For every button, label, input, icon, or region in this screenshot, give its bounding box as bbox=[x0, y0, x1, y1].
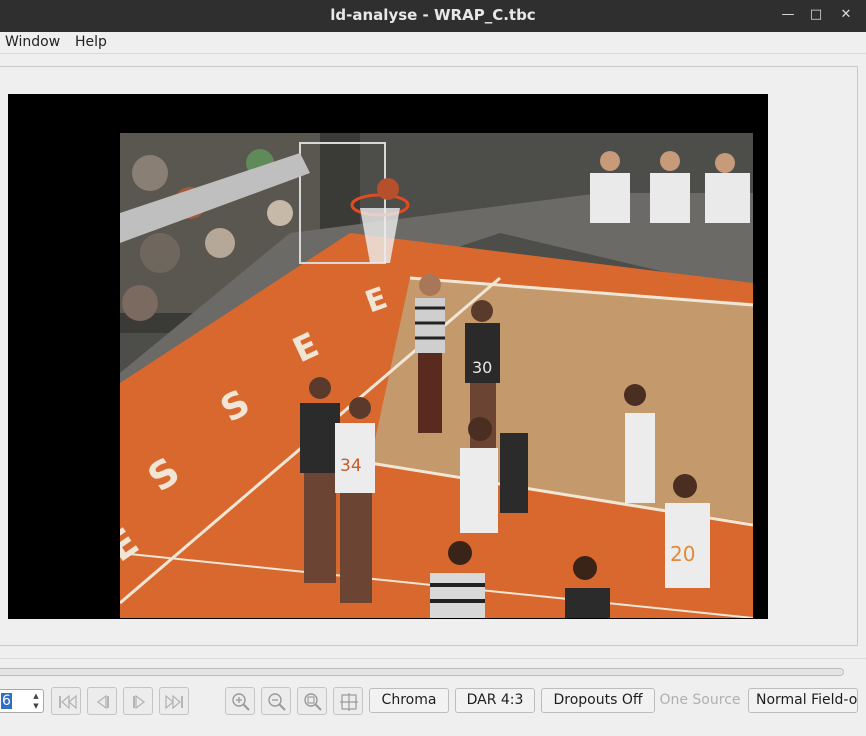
video-display[interactable]: E E S S E 30 34 20 bbox=[8, 94, 768, 619]
next-frame-button[interactable] bbox=[123, 687, 153, 715]
close-icon[interactable]: ✕ bbox=[834, 4, 858, 26]
next-frame-icon bbox=[133, 694, 146, 710]
frame-number-value: 6 bbox=[1, 693, 12, 709]
svg-text:30: 30 bbox=[472, 358, 492, 377]
frame-number-spinbox[interactable]: 6 ▲ ▼ bbox=[0, 689, 44, 713]
svg-text:34: 34 bbox=[340, 456, 362, 476]
spin-arrows-icon[interactable]: ▲ ▼ bbox=[31, 691, 41, 711]
source-button[interactable]: One Source bbox=[655, 688, 745, 713]
previous-frame-button[interactable] bbox=[87, 687, 117, 715]
zoom-in-button[interactable] bbox=[225, 687, 255, 715]
zoom-out-button[interactable] bbox=[261, 687, 291, 715]
zoom-out-icon bbox=[268, 693, 286, 711]
first-frame-icon bbox=[59, 694, 77, 710]
minimize-icon[interactable]: — bbox=[776, 4, 800, 26]
dar-button[interactable]: DAR 4:3 bbox=[455, 688, 535, 713]
svg-text:20: 20 bbox=[670, 542, 695, 566]
dropouts-button[interactable]: Dropouts Off bbox=[541, 688, 655, 713]
previous-frame-icon bbox=[96, 694, 109, 710]
crosshair-icon bbox=[340, 693, 358, 711]
zoom-fit-button[interactable] bbox=[297, 687, 327, 715]
menu-help[interactable]: Help bbox=[75, 34, 107, 50]
title-bar: ld-analyse - WRAP_C.tbc — □ ✕ bbox=[0, 0, 866, 32]
field-order-button[interactable]: Normal Field-o bbox=[748, 688, 858, 713]
menu-window[interactable]: Window bbox=[5, 34, 60, 50]
separator bbox=[0, 658, 866, 659]
chroma-button[interactable]: Chroma bbox=[369, 688, 449, 713]
first-frame-button[interactable] bbox=[51, 687, 81, 715]
frame-position-slider[interactable] bbox=[0, 668, 844, 676]
last-frame-button[interactable] bbox=[159, 687, 189, 715]
maximize-icon[interactable]: □ bbox=[804, 4, 828, 26]
zoom-in-icon bbox=[232, 693, 250, 711]
menu-bar: Window Help bbox=[0, 32, 866, 54]
window-title: ld-analyse - WRAP_C.tbc bbox=[330, 6, 536, 24]
video-frame-image: E E S S E 30 34 20 bbox=[120, 133, 753, 618]
zoom-fit-icon bbox=[304, 693, 322, 711]
crosshair-button[interactable] bbox=[333, 687, 363, 715]
last-frame-icon bbox=[165, 694, 183, 710]
